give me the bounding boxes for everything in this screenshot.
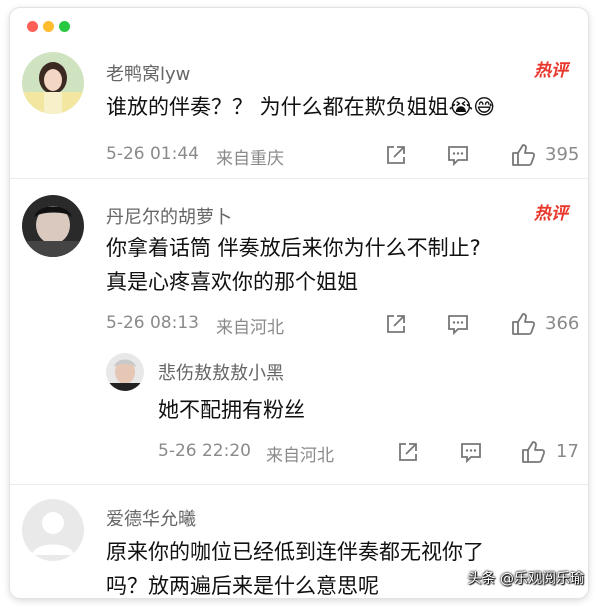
reply-item: 悲伤敖敖敖小黑 她不配拥有粉丝 5-26 22:20 来自河北 17 — [10, 339, 588, 479]
comment-text: 吗？放两遍后来是什么意思呢 — [106, 574, 379, 598]
comment-time: 5-26 08:13 — [106, 313, 199, 333]
window-titlebar — [10, 8, 588, 40]
like-count: 17 — [556, 441, 579, 462]
comment-username[interactable]: 丹尼尔的胡萝卜 — [106, 203, 232, 229]
comment-username[interactable]: 老鸭窝lyw — [106, 60, 190, 86]
comment-text: 原来你的咖位已经低到连伴奏都无视你了 — [106, 540, 484, 564]
close-window-button[interactable] — [27, 21, 38, 32]
comment-text: 真是心疼喜欢你的那个姐姐 — [106, 270, 358, 294]
comment-time: 5-26 22:20 — [158, 441, 251, 461]
user-avatar[interactable] — [106, 353, 144, 391]
app-window: 老鸭窝lyw 热评 谁放的伴奏？？ 为什么都在欺负姐姐😭😅 5-26 01:44… — [10, 8, 588, 598]
reply-icon[interactable] — [460, 441, 482, 464]
share-icon[interactable] — [385, 313, 407, 335]
comment-text: 谁放的伴奏？？ 为什么都在欺负姐姐😭😅 — [106, 95, 496, 119]
like-icon[interactable] — [520, 439, 546, 465]
share-icon[interactable] — [397, 441, 419, 463]
user-avatar[interactable] — [22, 195, 84, 257]
reply-icon[interactable] — [447, 144, 469, 167]
comment-item: 老鸭窝lyw 热评 谁放的伴奏？？ 为什么都在欺负姐姐😭😅 5-26 01:44… — [10, 40, 588, 190]
share-icon[interactable] — [385, 144, 407, 166]
comment-location: 来自河北 — [266, 446, 334, 466]
comment-text: 她不配拥有粉丝 — [158, 398, 305, 422]
like-icon[interactable] — [510, 142, 536, 168]
hot-badge-text: 热评 — [533, 204, 571, 223]
maximize-window-button[interactable] — [59, 21, 70, 32]
hot-badge-text: 热评 — [533, 61, 571, 80]
comment-time: 5-26 01:44 — [106, 144, 199, 164]
watermark: 头条 @乐观阅乐瑜 — [467, 571, 584, 587]
minimize-window-button[interactable] — [43, 21, 54, 32]
comment-text: 你拿着话筒 伴奏放后来你为什么不制止? — [106, 236, 481, 260]
comment-location: 来自河北 — [216, 318, 284, 338]
hot-comment-badge: 热评 — [532, 201, 574, 224]
like-count: 366 — [545, 313, 580, 334]
hot-comment-badge: 热评 — [532, 58, 574, 81]
reply-icon[interactable] — [447, 313, 469, 336]
comment-username[interactable]: 爱德华允曦 — [106, 505, 196, 531]
like-icon[interactable] — [510, 311, 536, 337]
user-avatar[interactable] — [22, 52, 84, 114]
comment-username[interactable]: 悲伤敖敖敖小黑 — [158, 359, 284, 385]
comment-item: 丹尼尔的胡萝卜 热评 你拿着话筒 伴奏放后来你为什么不制止? 真是心疼喜欢你的那… — [10, 179, 588, 339]
comment-location: 来自重庆 — [216, 149, 284, 169]
like-count: 395 — [545, 144, 580, 165]
default-avatar-icon[interactable] — [22, 499, 84, 561]
